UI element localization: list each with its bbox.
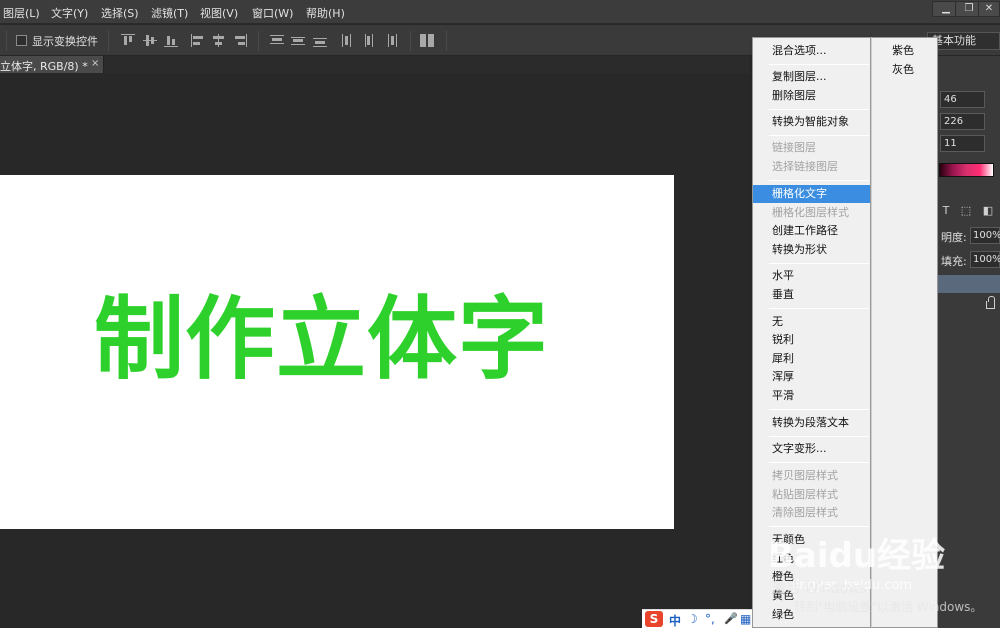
options-divider bbox=[446, 31, 447, 51]
menu-filter[interactable]: 滤镜(T) bbox=[151, 5, 188, 21]
menu-item-gray[interactable]: 灰色 bbox=[872, 61, 937, 79]
menu-item-vertical[interactable]: 垂直 bbox=[753, 286, 870, 304]
menu-item-convert-smart-object[interactable]: 转换为智能对象 bbox=[753, 113, 870, 131]
canvas-text-layer[interactable]: 制作立体字 bbox=[94, 290, 549, 390]
close-tab-icon[interactable]: × bbox=[91, 58, 99, 69]
distribute-top-edges-icon[interactable] bbox=[270, 34, 284, 47]
menu-divider bbox=[769, 526, 869, 527]
menu-item-horizontal[interactable]: 水平 bbox=[753, 267, 870, 285]
ime-voice-icon[interactable]: 🎤 bbox=[724, 612, 738, 625]
menu-item-aa-sharp[interactable]: 锐利 bbox=[753, 331, 870, 349]
align-horizontal-centers-icon[interactable] bbox=[212, 34, 226, 47]
menu-select[interactable]: 选择(S) bbox=[101, 5, 139, 21]
menu-item-violet[interactable]: 紫色 bbox=[872, 42, 937, 60]
menu-item-link-layers[interactable]: 链接图层 bbox=[753, 139, 870, 157]
close-window-button[interactable]: ✕ bbox=[978, 1, 1000, 17]
menu-divider bbox=[769, 308, 869, 309]
menu-divider bbox=[769, 409, 869, 410]
document-tab-title: 立体字, RGB/8) * bbox=[0, 60, 88, 73]
opacity-label: 明度: bbox=[941, 231, 967, 244]
distribute-horizontal-centers-icon[interactable] bbox=[362, 34, 376, 47]
fill-label: 填充: bbox=[941, 255, 967, 268]
options-divider bbox=[258, 31, 259, 51]
color-blue-field[interactable]: 11 bbox=[940, 135, 985, 152]
menu-item-convert-to-shape[interactable]: 转换为形状 bbox=[753, 241, 870, 259]
smart-object-filter-icon[interactable]: ◧ bbox=[982, 205, 994, 217]
menu-divider bbox=[769, 462, 869, 463]
menu-item-paste-layer-style[interactable]: 粘贴图层样式 bbox=[753, 486, 870, 504]
menu-layer[interactable]: 图层(L) bbox=[3, 5, 40, 21]
menu-item-blending-options[interactable]: 混合选项... bbox=[753, 42, 870, 60]
lock-icon[interactable] bbox=[986, 296, 995, 309]
activate-windows-subtitle: 转到"电脑设置"以激活 Windows。 bbox=[794, 600, 983, 614]
document-tab-strip bbox=[0, 56, 750, 73]
ime-halfwidth-icon[interactable]: ☽ bbox=[687, 612, 698, 626]
menu-divider bbox=[769, 180, 869, 181]
distribute-bottom-edges-icon[interactable] bbox=[313, 34, 327, 47]
sogou-logo-icon[interactable]: S bbox=[645, 611, 663, 627]
activate-windows-title: 激活 Windows bbox=[772, 581, 867, 597]
shape-filter-icon[interactable]: ⬚ bbox=[960, 205, 972, 217]
menu-item-convert-paragraph-text[interactable]: 转换为段落文本 bbox=[753, 414, 870, 432]
fill-field[interactable]: 100% bbox=[970, 251, 1000, 268]
menu-item-create-work-path[interactable]: 创建工作路径 bbox=[753, 222, 870, 240]
opacity-field[interactable]: 100% bbox=[970, 227, 1000, 244]
menu-divider bbox=[769, 64, 869, 65]
align-top-edges-icon[interactable] bbox=[121, 34, 135, 47]
show-transform-controls-checkbox[interactable] bbox=[16, 35, 27, 46]
menu-item-aa-smooth[interactable]: 平滑 bbox=[753, 387, 870, 405]
document-tab[interactable]: 立体字, RGB/8) * × bbox=[0, 56, 104, 73]
menu-item-rasterize-type[interactable]: 栅格化文字 bbox=[753, 185, 870, 203]
menu-item-clear-layer-style[interactable]: 清除图层样式 bbox=[753, 504, 870, 522]
menu-item-warp-text[interactable]: 文字变形... bbox=[753, 440, 870, 458]
ime-keyboard-icon[interactable]: ▦ bbox=[740, 612, 751, 626]
distribute-right-edges-icon[interactable] bbox=[384, 34, 398, 47]
align-right-edges-icon[interactable] bbox=[233, 34, 247, 47]
color-green-field[interactable]: 226 bbox=[940, 113, 985, 130]
ime-toolbar: S 中 ☽ °, 🎤 ▦ bbox=[642, 609, 752, 628]
menu-divider bbox=[769, 135, 869, 136]
menu-item-rasterize-layer-style[interactable]: 栅格化图层样式 bbox=[753, 204, 870, 222]
menu-view[interactable]: 视图(V) bbox=[200, 5, 238, 21]
align-vertical-centers-icon[interactable] bbox=[143, 34, 157, 47]
menu-item-aa-strong[interactable]: 浑厚 bbox=[753, 368, 870, 386]
baidu-jingyan-logo: Baidu经验 bbox=[768, 536, 946, 576]
ime-chinese-mode-icon[interactable]: 中 bbox=[669, 612, 681, 628]
selected-layer-row[interactable] bbox=[937, 275, 1000, 293]
menu-type[interactable]: 文字(Y) bbox=[51, 5, 88, 21]
options-divider bbox=[6, 31, 7, 51]
align-bottom-edges-icon[interactable] bbox=[164, 34, 178, 47]
menu-item-duplicate-layer[interactable]: 复制图层... bbox=[753, 68, 870, 86]
menu-item-select-linked-layers[interactable]: 选择链接图层 bbox=[753, 158, 870, 176]
type-filter-icon[interactable]: T bbox=[940, 205, 952, 217]
distribute-vertical-centers-icon[interactable] bbox=[291, 34, 305, 47]
menu-help[interactable]: 帮助(H) bbox=[306, 5, 345, 21]
menu-bar: 图层(L) 文字(Y) 选择(S) 滤镜(T) 视图(V) 窗口(W) 帮助(H… bbox=[0, 0, 1000, 24]
menu-item-aa-crisp[interactable]: 犀利 bbox=[753, 350, 870, 368]
menu-divider bbox=[769, 263, 869, 264]
menu-divider bbox=[769, 109, 869, 110]
menu-item-aa-none[interactable]: 无 bbox=[753, 313, 870, 331]
menu-item-copy-layer-style[interactable]: 拷贝图层样式 bbox=[753, 467, 870, 485]
align-left-edges-icon[interactable] bbox=[191, 34, 205, 47]
show-transform-controls-label: 显示变换控件 bbox=[32, 35, 98, 48]
menu-divider bbox=[769, 436, 869, 437]
color-red-field[interactable]: 46 bbox=[940, 91, 985, 108]
color-ramp[interactable] bbox=[939, 163, 994, 177]
auto-align-layers-icon[interactable] bbox=[420, 34, 434, 47]
menu-window[interactable]: 窗口(W) bbox=[252, 5, 293, 21]
options-divider bbox=[108, 31, 109, 51]
distribute-left-edges-icon[interactable] bbox=[341, 34, 355, 47]
options-divider bbox=[410, 31, 411, 51]
menu-item-delete-layer[interactable]: 删除图层 bbox=[753, 87, 870, 105]
ime-punctuation-icon[interactable]: °, bbox=[705, 612, 715, 626]
